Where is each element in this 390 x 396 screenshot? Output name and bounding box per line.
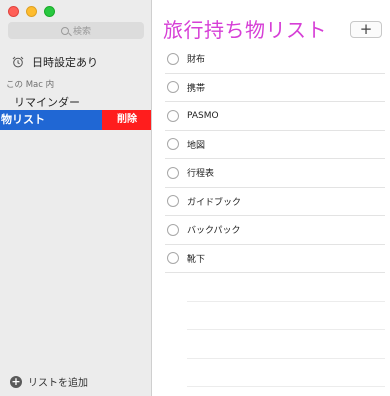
reminder-text[interactable]: 靴下	[187, 252, 205, 265]
list-detail: 旅行持ち物リスト + 財布 携帯 PASMO 地図 行程表 ガイドブック バック…	[153, 0, 390, 396]
reminder-checkbox[interactable]	[167, 109, 179, 122]
sidebar-item-scheduled[interactable]: 日時設定あり	[12, 54, 98, 70]
sidebar-item-reminders[interactable]: リマインダー	[14, 94, 80, 110]
zoom-window-button[interactable]	[44, 6, 55, 17]
reminder-text[interactable]: 財布	[187, 52, 205, 65]
empty-row[interactable]	[187, 359, 385, 387]
delete-list-button[interactable]: 削除	[102, 110, 151, 130]
reminder-item[interactable]: ガイドブック	[165, 188, 385, 216]
window-controls	[8, 6, 55, 17]
empty-row[interactable]	[187, 330, 385, 359]
search-input[interactable]: 検索	[8, 22, 144, 39]
sidebar-item-selected-list[interactable]: 物リスト 削除	[0, 110, 151, 130]
close-window-button[interactable]	[8, 6, 19, 17]
alarm-clock-icon	[12, 56, 24, 68]
reminder-text[interactable]: 携帯	[187, 81, 205, 94]
add-reminder-button[interactable]: +	[350, 21, 382, 38]
add-list-label: リストを追加	[28, 378, 88, 389]
empty-row[interactable]	[187, 273, 385, 302]
reminder-text[interactable]: バックパック	[187, 223, 241, 236]
reminder-text[interactable]: 行程表	[187, 166, 214, 179]
search-icon	[60, 26, 69, 35]
add-list-button[interactable]: + リストを追加	[10, 374, 88, 389]
sidebar: 検索 日時設定あり この Mac 内 リマインダー 物リスト 削除 + リストを…	[0, 0, 152, 396]
sidebar-item-label: 日時設定あり	[32, 56, 98, 69]
reminder-checkbox[interactable]	[167, 195, 179, 208]
add-circle-icon: +	[10, 374, 22, 388]
section-header-on-my-mac: この Mac 内	[6, 80, 55, 90]
reminder-text[interactable]: 地図	[187, 138, 205, 151]
reminder-item[interactable]: 財布	[165, 45, 385, 74]
reminder-item[interactable]: PASMO	[165, 102, 385, 131]
reminder-text[interactable]: PASMO	[187, 111, 219, 121]
empty-row[interactable]	[187, 302, 385, 330]
reminder-item[interactable]: 携帯	[165, 74, 385, 102]
reminder-item[interactable]: 地図	[165, 131, 385, 159]
reminder-checkbox[interactable]	[167, 81, 179, 94]
search-placeholder: 検索	[72, 27, 91, 37]
reminder-list: 財布 携帯 PASMO 地図 行程表 ガイドブック バックパック 靴下	[165, 45, 385, 387]
reminder-text[interactable]: ガイドブック	[187, 195, 241, 208]
reminder-checkbox[interactable]	[167, 223, 179, 236]
selected-list-label[interactable]: 物リスト	[0, 110, 102, 130]
reminder-item[interactable]: バックパック	[165, 216, 385, 245]
reminder-checkbox[interactable]	[167, 138, 179, 151]
reminder-checkbox[interactable]	[167, 52, 179, 65]
reminder-item[interactable]: 靴下	[165, 245, 385, 273]
reminder-checkbox[interactable]	[167, 252, 179, 265]
minimize-window-button[interactable]	[26, 6, 37, 17]
reminder-checkbox[interactable]	[167, 166, 179, 179]
reminders-window: 検索 日時設定あり この Mac 内 リマインダー 物リスト 削除 + リストを…	[0, 0, 390, 396]
list-title: 旅行持ち物リスト	[163, 18, 327, 42]
reminder-item[interactable]: 行程表	[165, 159, 385, 188]
